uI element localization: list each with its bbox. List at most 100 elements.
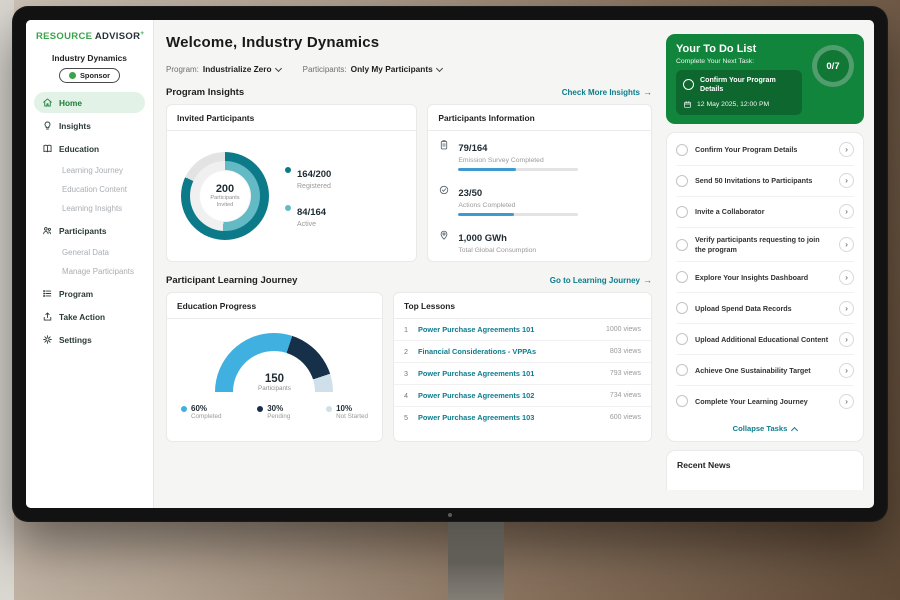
task-row[interactable]: Confirm Your Program Details › [676,135,854,166]
home-icon [42,97,53,108]
task-checkbox[interactable] [676,395,688,407]
org-name: Industry Dynamics [34,53,145,63]
stat-global-consumption: 1,000 GWh Total Global Consumption [438,228,641,254]
sidebar-item-participants[interactable]: Participants [34,220,145,241]
link-label: Go to Learning Journey [550,276,640,285]
lightbulb-icon [42,120,53,131]
task-row[interactable]: Upload Additional Educational Content › [676,324,854,355]
task-row[interactable]: Upload Spend Data Records › [676,293,854,324]
chevron-right-icon[interactable]: › [839,173,854,188]
task-checkbox[interactable] [676,333,688,345]
task-checkbox[interactable] [676,144,688,156]
stat-emission-survey: 79/164 Emission Survey Completed [438,138,641,171]
sidebar-item-settings[interactable]: Settings [34,329,145,350]
chevron-right-icon[interactable]: › [839,237,854,252]
task-row[interactable]: Explore Your Insights Dashboard › [676,262,854,293]
sidebar-item-manage-participants[interactable]: Manage Participants [34,262,145,281]
learning-journey-header: Participant Learning Journey Go to Learn… [166,275,652,286]
sponsor-badge[interactable]: Sponsor [59,68,120,83]
chevron-right-icon[interactable]: › [839,142,854,157]
program-label: Program: [166,65,199,74]
progress-bar [458,213,578,216]
arrow-right-icon: → [643,88,652,97]
stat-label: Actions Completed [458,202,578,209]
chevron-right-icon[interactable]: › [839,394,854,409]
sidebar-item-learning-journey[interactable]: Learning Journey [34,161,145,180]
program-dropdown[interactable]: Program: Industrialize Zero [166,64,281,74]
sidebar-item-program[interactable]: Program [34,283,145,304]
education-progress-card: Education Progress 150 Participants [166,292,383,442]
chevron-right-icon[interactable]: › [839,332,854,347]
legend-dot [285,205,291,211]
lesson-views: 1000 views [606,326,641,333]
legend-pct: 60% [191,404,221,413]
task-checkbox[interactable] [676,175,688,187]
chevron-right-icon[interactable]: › [839,270,854,285]
todo-progress-ring: 0/7 [812,45,854,87]
task-label: Upload Spend Data Records [695,304,832,313]
sidebar-item-education[interactable]: Education [34,138,145,159]
lesson-row: 5 Power Purchase Agreements 103 600 view… [394,407,651,428]
next-task-box[interactable]: Confirm Your Program Details 12 May 2025… [676,70,802,115]
sidebar-item-home[interactable]: Home [34,92,145,113]
task-row[interactable]: Send 50 Invitations to Participants › [676,166,854,197]
task-label: Explore Your Insights Dashboard [695,273,832,282]
monitor-stand [448,515,504,600]
section-title: Program Insights [166,87,244,98]
lesson-link[interactable]: Power Purchase Agreements 102 [418,391,603,400]
participants-dropdown[interactable]: Participants: Only My Participants [303,64,442,74]
check-more-insights-link[interactable]: Check More Insights → [562,88,652,97]
chevron-right-icon[interactable]: › [839,204,854,219]
lesson-link[interactable]: Power Purchase Agreements 101 [418,325,599,334]
sidebar-item-general-data[interactable]: General Data [34,243,145,262]
sidebar-item-take-action[interactable]: Take Action [34,306,145,327]
todo-panel: Your To Do List Complete Your Next Task:… [664,20,874,508]
sidebar-item-insights[interactable]: Insights [34,115,145,136]
chevron-right-icon[interactable]: › [839,301,854,316]
go-to-learning-journey-link[interactable]: Go to Learning Journey → [550,276,652,285]
task-checkbox[interactable] [683,79,694,90]
legend-value: 84/164 [297,207,326,218]
task-checkbox[interactable] [676,302,688,314]
lesson-rank: 5 [404,413,411,422]
legend-item-registered: 164/200 Registered [285,164,331,190]
calendar-icon [683,100,692,109]
card-title: Education Progress [167,293,382,319]
task-label: Confirm Your Program Details [695,145,832,154]
stat-value: 1,000 GWh [458,233,507,244]
legend-pct: 10% [336,404,368,413]
legend-item-completed: 60% Completed [181,404,221,420]
next-task-label: Confirm Your Program Details [700,76,795,94]
stat-value: 23/50 [458,188,482,199]
donut-legend: 164/200 Registered 84/164 Active [285,164,331,228]
task-checkbox[interactable] [676,364,688,376]
lesson-link[interactable]: Power Purchase Agreements 101 [418,369,603,378]
task-checkbox[interactable] [676,206,688,218]
chevron-right-icon[interactable]: › [839,363,854,378]
collapse-tasks-button[interactable]: Collapse Tasks [676,416,854,437]
lesson-rank: 1 [404,325,411,334]
task-row[interactable]: Invite a Collaborator › [676,197,854,228]
location-pin-icon [438,229,450,241]
sidebar-item-education-content[interactable]: Education Content [34,180,145,199]
sidebar-item-learning-insights[interactable]: Learning Insights [34,199,145,218]
stat-value: 79/164 [458,143,487,154]
card-title: Participants Information [428,105,651,131]
monitor-bezel: RESOURCE ADVISOR+ Industry Dynamics Spon… [12,6,888,522]
task-row[interactable]: Complete Your Learning Journey › [676,386,854,416]
invited-donut-chart: 200 Participants Invited [181,152,269,240]
task-row[interactable]: Verify participants requesting to join t… [676,228,854,263]
task-checkbox[interactable] [676,271,688,283]
list-icon [42,288,53,299]
link-label: Check More Insights [562,88,640,97]
lesson-rank: 2 [404,347,411,356]
people-icon [42,225,53,236]
gauge-label: Participants [215,385,333,392]
stat-label: Total Global Consumption [458,247,536,254]
chevron-up-icon [791,427,798,434]
task-row[interactable]: Achieve One Sustainability Target › [676,355,854,386]
lesson-link[interactable]: Financial Considerations - VPPAs [418,347,603,356]
lesson-link[interactable]: Power Purchase Agreements 103 [418,413,603,422]
filter-bar: Program: Industrialize Zero Participants… [166,64,652,74]
task-checkbox[interactable] [676,239,688,251]
